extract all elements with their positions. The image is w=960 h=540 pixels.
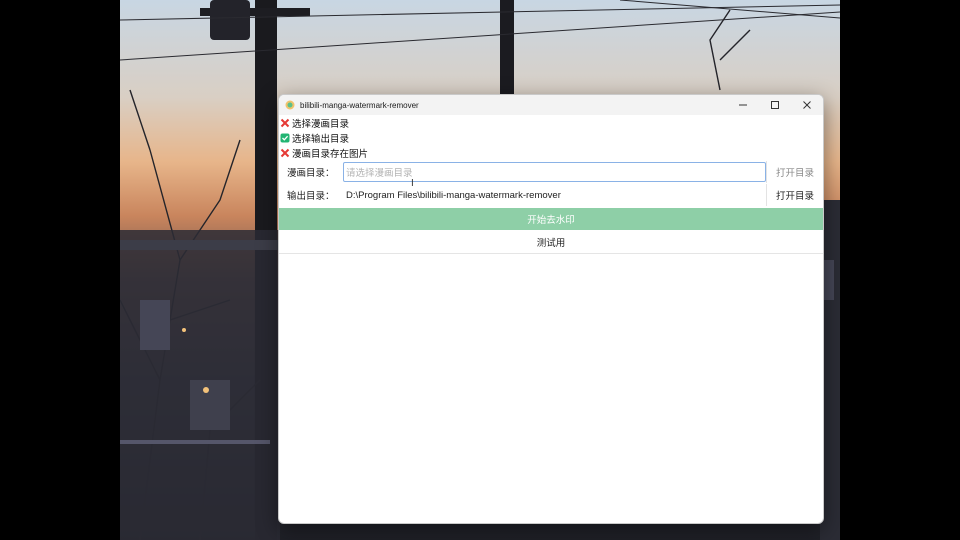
minimize-icon (739, 104, 747, 106)
test-button[interactable]: 测试用 (279, 231, 823, 254)
maximize-button[interactable] (759, 95, 791, 115)
app-window: bilibili-manga-watermark-remover 选择漫画目录 (278, 94, 824, 524)
main-panel: 选择漫画目录 选择输出目录 漫画目录存在图片 漫画目录： 请选择漫画目录 打开目… (279, 115, 823, 254)
status-manga-dir: 选择漫画目录 (279, 115, 823, 130)
status-images-exist: 漫画目录存在图片 (279, 145, 823, 160)
output-dir-input[interactable]: D:\Program Files\bilibili-manga-watermar… (343, 185, 766, 205)
title-bar[interactable]: bilibili-manga-watermark-remover (279, 95, 823, 115)
close-icon (803, 101, 811, 109)
window-title: bilibili-manga-watermark-remover (300, 100, 419, 110)
output-dir-row: 输出目录： D:\Program Files\bilibili-manga-wa… (279, 184, 823, 206)
status-label: 选择漫画目录 (292, 118, 350, 130)
red-x-icon (280, 148, 290, 158)
output-dir-value: D:\Program Files\bilibili-manga-watermar… (346, 189, 561, 201)
manga-dir-input[interactable]: 请选择漫画目录 (343, 162, 766, 182)
app-logo-icon (285, 100, 295, 110)
status-label: 选择输出目录 (292, 133, 350, 145)
manga-dir-row: 漫画目录： 请选择漫画目录 打开目录 (279, 161, 823, 183)
status-label: 漫画目录存在图片 (292, 148, 369, 160)
red-x-icon (280, 118, 290, 128)
manga-dir-label: 漫画目录： (287, 168, 335, 179)
status-output-dir: 选择输出目录 (279, 130, 823, 145)
text-cursor-icon: I (411, 178, 414, 189)
close-button[interactable] (791, 95, 823, 115)
open-manga-dir-button[interactable]: 打开目录 (766, 161, 823, 183)
start-remove-watermark-button[interactable]: 开始去水印 (279, 208, 823, 230)
desktop: bilibili-manga-watermark-remover 选择漫画目录 (0, 0, 960, 540)
minimize-button[interactable] (727, 95, 759, 115)
output-dir-label: 输出目录： (287, 191, 335, 202)
green-check-icon (280, 133, 290, 143)
maximize-icon (771, 101, 779, 109)
open-output-dir-button[interactable]: 打开目录 (766, 184, 823, 206)
manga-dir-placeholder: 请选择漫画目录 (346, 168, 413, 179)
